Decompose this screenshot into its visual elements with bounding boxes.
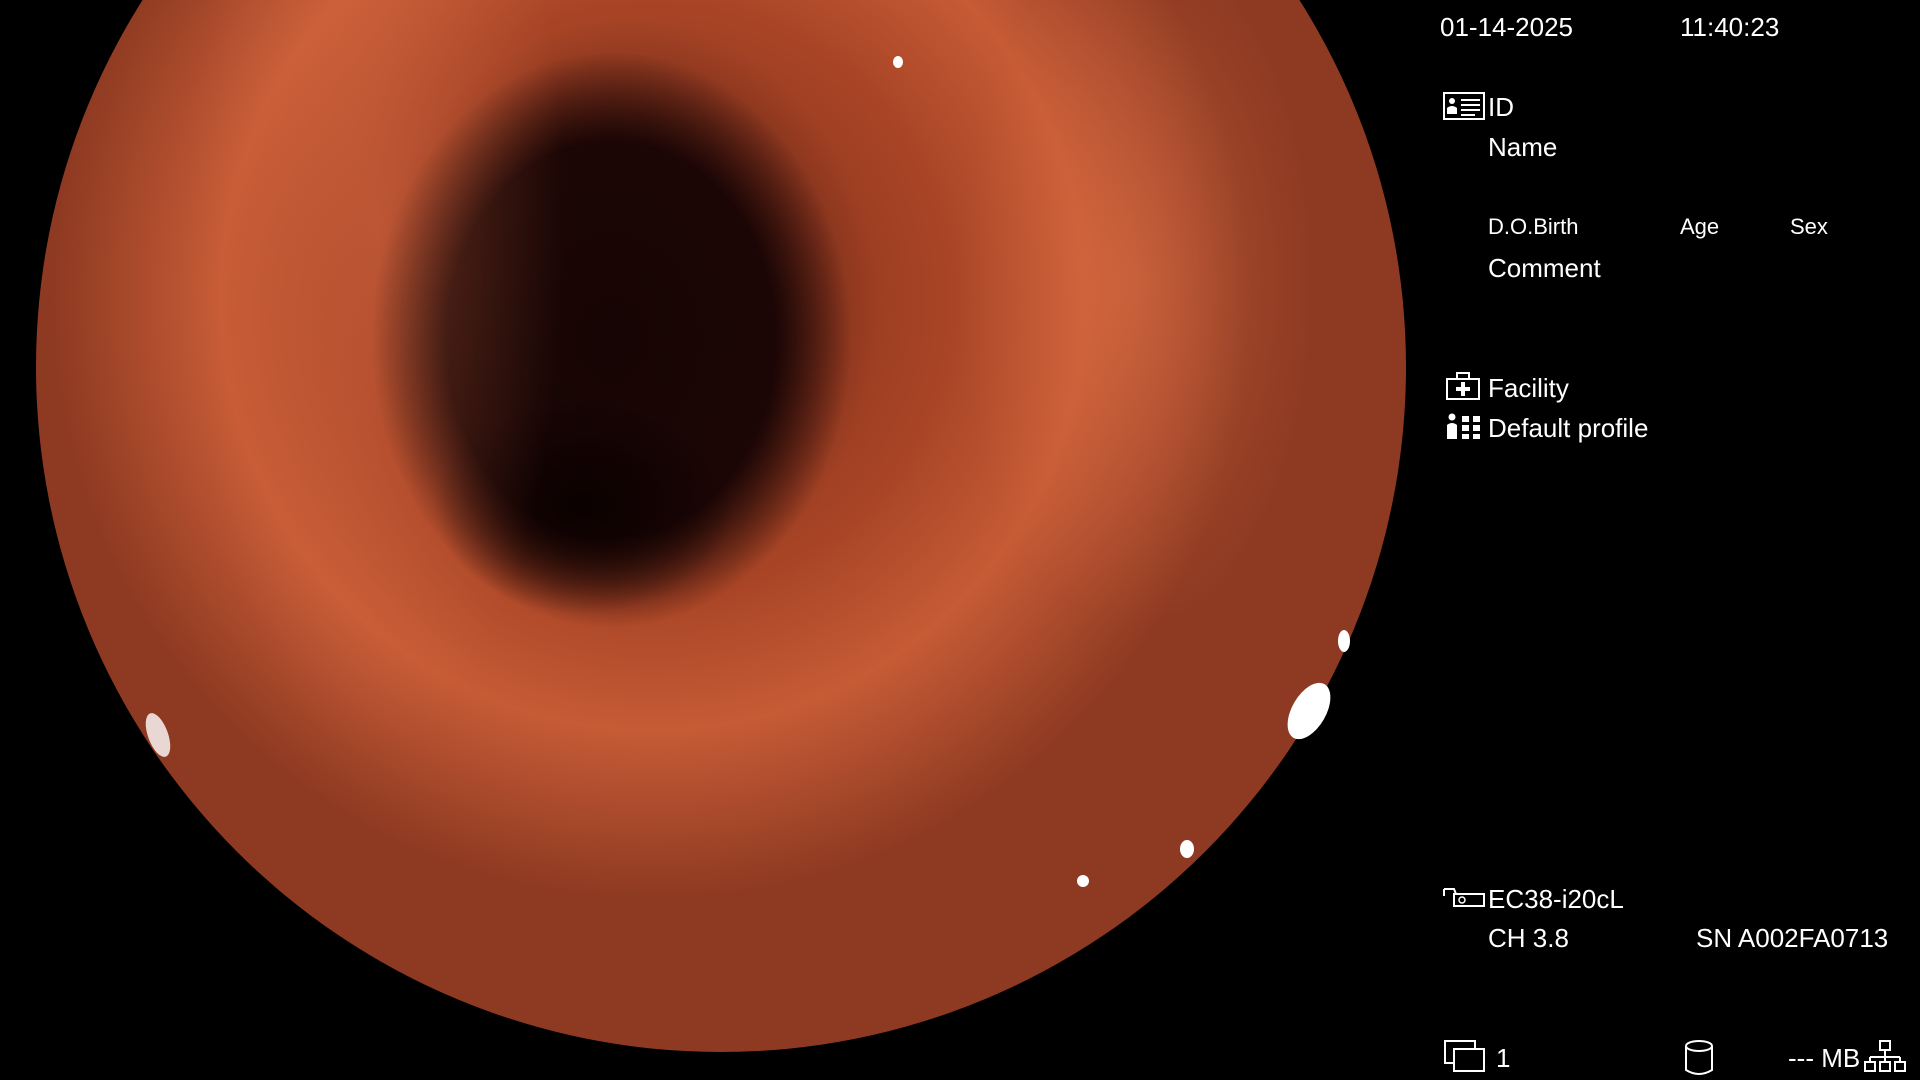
user-profile-icon — [1447, 413, 1480, 439]
name-label: Name — [1488, 132, 1558, 162]
id-card-icon — [1443, 92, 1485, 120]
scope-model: EC38-i20cL — [1488, 884, 1624, 914]
time-display: 11:40:23 — [1680, 12, 1780, 42]
endoscope-view — [0, 0, 1420, 1080]
mucosal-fold-left — [186, 0, 566, 762]
mucosal-fold-right — [956, 0, 1316, 632]
comment-label: Comment — [1488, 253, 1601, 283]
light-reflection — [1338, 630, 1350, 652]
facility-label: Facility — [1488, 373, 1569, 403]
storage-cylinder-icon — [1685, 1040, 1713, 1075]
endoscopic-image — [36, 0, 1406, 1052]
storage-size: --- MB — [1788, 1043, 1861, 1073]
id-label: ID — [1488, 92, 1514, 122]
light-reflection — [1077, 875, 1089, 887]
image-count: 1 — [1496, 1043, 1511, 1073]
serial-number: SN A002FA0713 — [1696, 923, 1889, 953]
light-reflection — [893, 56, 903, 68]
image-stack-icon — [1444, 1040, 1485, 1072]
channel-size: CH 3.8 — [1488, 923, 1569, 953]
endoscope-icon — [1443, 888, 1485, 907]
sex-label: Sex — [1790, 214, 1828, 239]
default-profile-label: Default profile — [1488, 413, 1649, 443]
date-display: 01-14-2025 — [1440, 12, 1573, 42]
info-panel: 01-14-2025 11:40:23 ID Name D.O.Birth Ag… — [1420, 0, 1920, 1080]
dob-label: D.O.Birth — [1488, 214, 1579, 239]
medical-kit-icon — [1446, 372, 1480, 400]
age-label: Age — [1680, 214, 1720, 239]
network-icon — [1864, 1040, 1906, 1072]
light-reflection — [1180, 840, 1194, 858]
